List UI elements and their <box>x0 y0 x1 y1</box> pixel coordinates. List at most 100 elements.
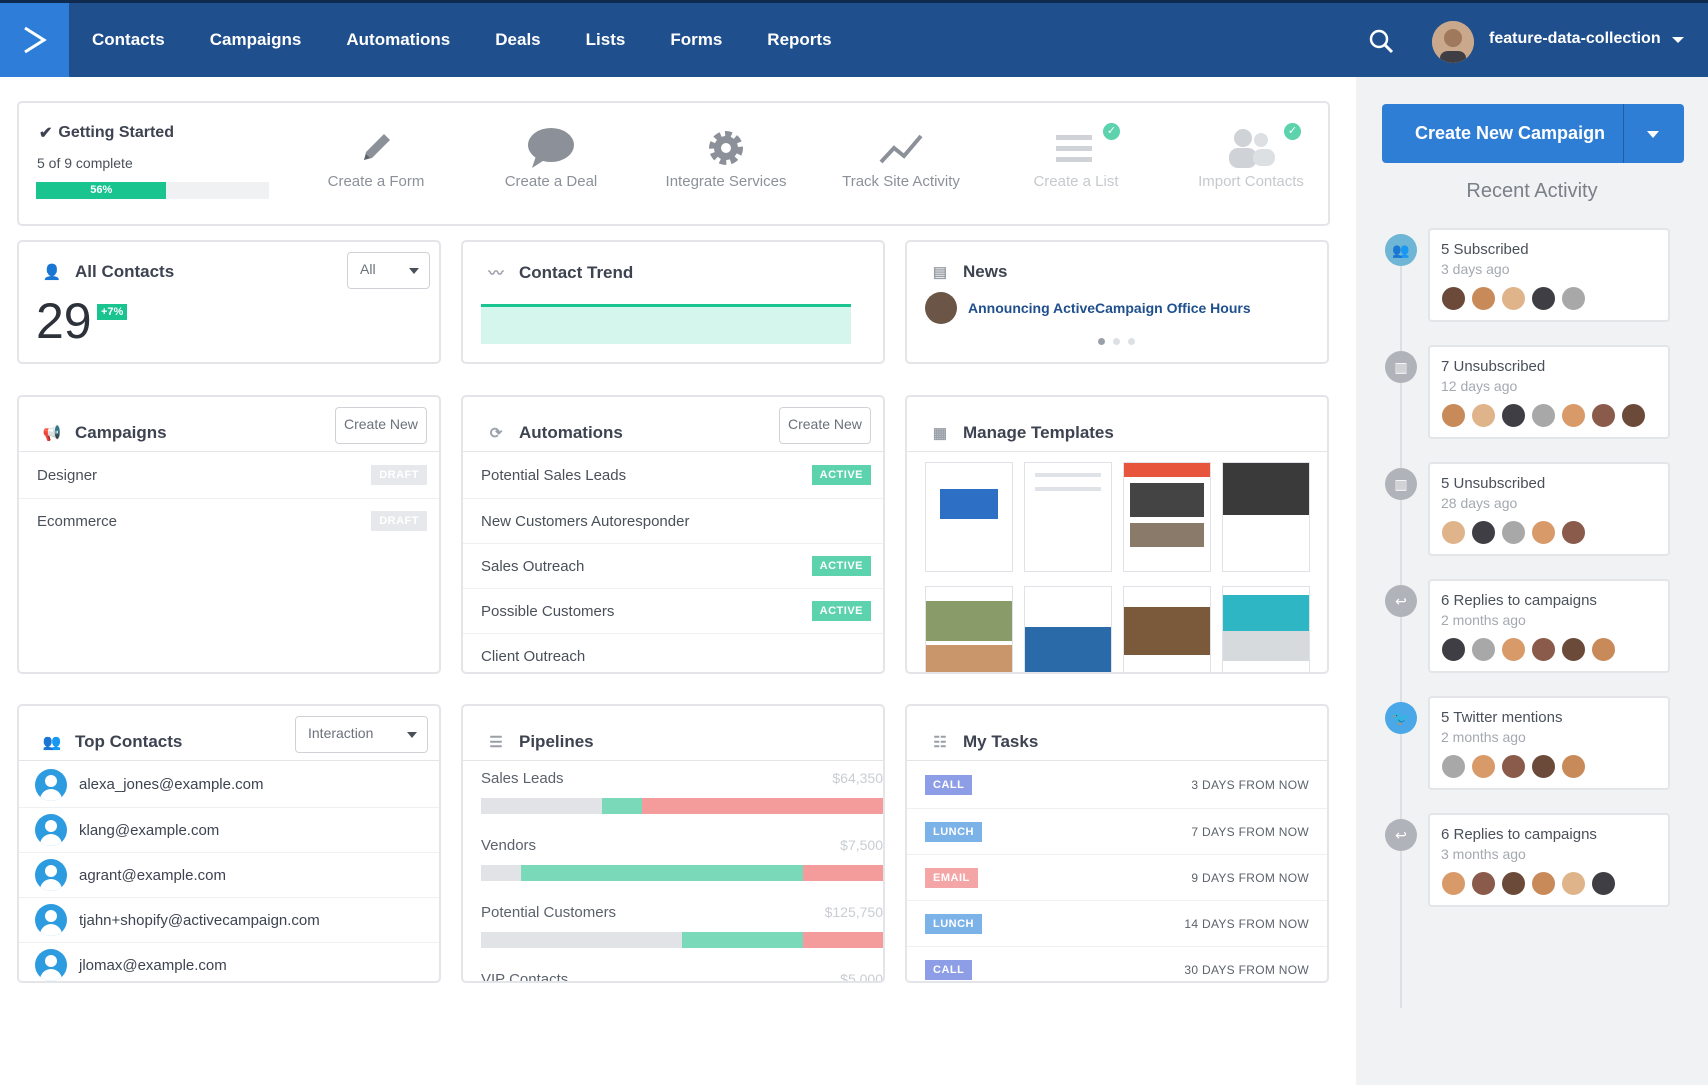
news-headline[interactable]: Announcing ActiveCampaign Office Hours <box>968 300 1251 316</box>
template-thumbnail[interactable] <box>1024 462 1112 572</box>
user-avatar[interactable] <box>1432 21 1474 63</box>
step-create-deal[interactable]: Create a Deal <box>466 123 636 190</box>
activity-card[interactable]: 5 Unsubscribed 28 days ago <box>1428 462 1670 556</box>
pipeline-bar <box>481 865 883 881</box>
template-thumbnail[interactable] <box>1222 586 1310 672</box>
automation-row[interactable]: Possible Customers ACTIVE <box>463 588 883 633</box>
avatar <box>1530 519 1557 546</box>
check-badge-icon: ✓ <box>1284 123 1301 140</box>
chevron-down-icon[interactable] <box>1647 131 1659 138</box>
activity-card[interactable]: 6 Replies to campaigns 3 months ago <box>1428 813 1670 907</box>
template-thumbnail[interactable] <box>1123 462 1211 572</box>
create-automation-button[interactable]: Create New <box>779 407 871 444</box>
avatar <box>1590 636 1617 663</box>
contact-row[interactable]: agrant@example.com <box>19 852 439 897</box>
task-row[interactable]: LUNCH 14 DAYS FROM NOW <box>907 900 1327 946</box>
step-label: Create a Deal <box>504 173 598 190</box>
contact-delta-badge: +7% <box>97 304 128 320</box>
step-create-list[interactable]: ✓ Create a List <box>991 123 1161 190</box>
template-thumbnail[interactable] <box>925 462 1013 572</box>
task-row[interactable]: CALL 3 DAYS FROM NOW <box>907 762 1327 808</box>
activity-time: 3 days ago <box>1441 261 1510 277</box>
pipeline-name: Sales Leads <box>481 770 564 787</box>
activity-card[interactable]: 5 Subscribed 3 days ago <box>1428 228 1670 322</box>
template-thumbnail[interactable] <box>1024 586 1112 672</box>
task-type-badge: LUNCH <box>925 822 982 842</box>
campaign-row[interactable]: Ecommerce DRAFT <box>19 498 439 543</box>
step-label: Create a List <box>1033 173 1119 190</box>
avatar <box>1560 402 1587 429</box>
pipeline-row[interactable]: VIP Contacts $5,000 <box>481 971 883 981</box>
pipeline-row[interactable]: Potential Customers $125,750 <box>481 904 883 921</box>
nav-lists[interactable]: Lists <box>586 30 626 50</box>
nav-automations[interactable]: Automations <box>346 30 450 50</box>
automation-row[interactable]: Potential Sales Leads ACTIVE <box>463 453 883 498</box>
contacts-filter-select[interactable]: All <box>347 252 430 289</box>
template-thumbnail[interactable] <box>925 586 1013 672</box>
avatar <box>1590 870 1617 897</box>
avatar <box>1560 285 1587 312</box>
avatar <box>35 904 67 936</box>
reply-icon: ↩ <box>1385 819 1417 851</box>
user-menu[interactable]: feature-data-collection <box>1489 30 1661 48</box>
automation-row[interactable]: Client Outreach <box>463 633 883 672</box>
panel-title: All Contacts <box>75 262 175 281</box>
carousel-dots[interactable] <box>1098 338 1135 345</box>
activity-time: 12 days ago <box>1441 378 1518 394</box>
create-campaign-button[interactable]: Create New <box>335 407 427 444</box>
template-thumbnail[interactable] <box>1222 462 1310 572</box>
task-row[interactable]: CALL 30 DAYS FROM NOW <box>907 946 1327 981</box>
search-icon[interactable] <box>1368 28 1394 59</box>
activity-card[interactable]: 6 Replies to campaigns 2 months ago <box>1428 579 1670 673</box>
activity-time: 3 months ago <box>1441 846 1526 862</box>
automation-name: New Customers Autoresponder <box>481 512 690 530</box>
contact-row[interactable]: alexa_jones@example.com <box>19 762 439 807</box>
pipeline-row[interactable]: Vendors $7,500 <box>481 837 883 854</box>
task-type-badge: LUNCH <box>925 914 982 934</box>
top-contacts-sort-select[interactable]: Interaction <box>295 716 428 753</box>
avatar <box>1440 402 1467 429</box>
campaign-row[interactable]: Designer DRAFT <box>19 453 439 498</box>
template-thumbnail[interactable] <box>1123 586 1211 672</box>
step-import-contacts[interactable]: ✓ Import Contacts <box>1166 123 1328 190</box>
pipeline-row[interactable]: Sales Leads $64,350 <box>481 770 883 787</box>
avatar <box>1560 519 1587 546</box>
gear-icon <box>641 123 811 173</box>
task-row[interactable]: LUNCH 7 DAYS FROM NOW <box>907 808 1327 854</box>
activity-card[interactable]: 5 Twitter mentions 2 months ago <box>1428 696 1670 790</box>
recent-activity-title: Recent Activity <box>1466 180 1598 202</box>
nav-reports[interactable]: Reports <box>767 30 831 50</box>
create-new-campaign-button[interactable]: Create New Campaign <box>1382 104 1684 163</box>
top-contacts-panel: 👥 Top Contacts Interaction alexa_jones@ex… <box>17 704 441 983</box>
step-integrate-services[interactable]: Integrate Services <box>641 123 811 190</box>
step-create-form[interactable]: Create a Form <box>291 123 461 190</box>
contact-trend-panel: 〰 Contact Trend <box>461 240 885 364</box>
automation-row[interactable]: New Customers Autoresponder <box>463 498 883 543</box>
pipeline-bar <box>481 798 883 814</box>
task-due: 14 DAYS FROM NOW <box>1184 917 1309 931</box>
activity-card[interactable]: 7 Unsubscribed 12 days ago <box>1428 345 1670 439</box>
status-badge: DRAFT <box>371 465 427 485</box>
nav-deals[interactable]: Deals <box>495 30 540 50</box>
contact-row[interactable]: tjahn+shopify@activecampaign.com <box>19 897 439 942</box>
pipeline-segment <box>682 932 803 948</box>
avatar <box>1500 753 1527 780</box>
task-type-badge: CALL <box>925 960 973 980</box>
contact-email: klang@example.com <box>79 821 220 839</box>
task-type-badge: EMAIL <box>925 868 978 888</box>
avatar <box>1620 402 1647 429</box>
logo-icon[interactable] <box>0 3 69 77</box>
chevron-down-icon[interactable] <box>1672 37 1684 43</box>
step-track-site-activity[interactable]: Track Site Activity <box>816 123 986 190</box>
nav-forms[interactable]: Forms <box>670 30 722 50</box>
news-panel: ▤ News Announcing ActiveCampaign Office H… <box>905 240 1329 364</box>
task-row[interactable]: EMAIL 9 DAYS FROM NOW <box>907 854 1327 900</box>
activity-time: 2 months ago <box>1441 612 1526 628</box>
nav-campaigns[interactable]: Campaigns <box>210 30 302 50</box>
contact-row[interactable]: jlomax@example.com <box>19 942 439 981</box>
nav-contacts[interactable]: Contacts <box>92 30 165 50</box>
avatar <box>1470 519 1497 546</box>
automation-row[interactable]: Sales Outreach ACTIVE <box>463 543 883 588</box>
activity-avatars <box>1440 870 1620 897</box>
contact-row[interactable]: klang@example.com <box>19 807 439 852</box>
